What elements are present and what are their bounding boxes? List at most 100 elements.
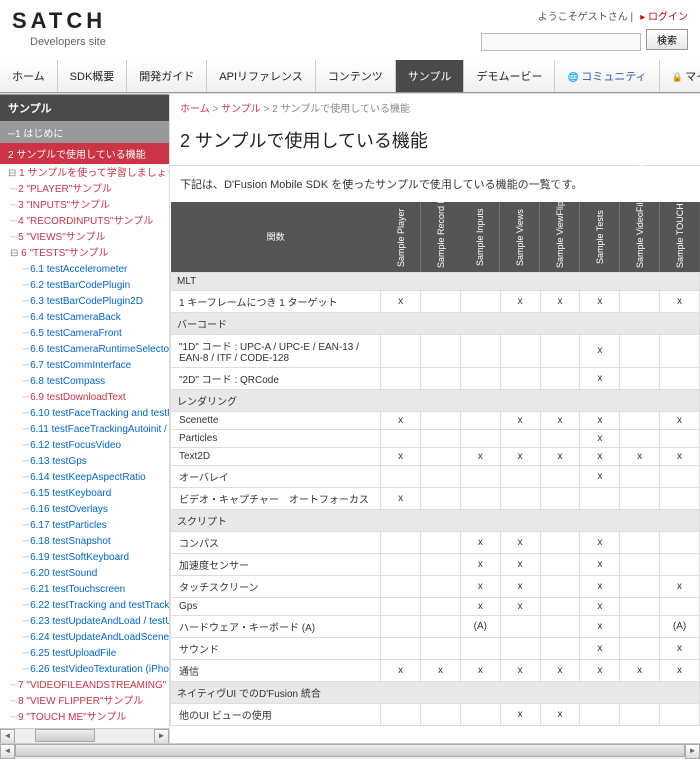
col-header: Sample TOUCH ME bbox=[660, 202, 700, 272]
tree-item[interactable]: 6.22 testTracking and testTrackin bbox=[0, 598, 169, 614]
tree-item[interactable]: 6.17 testParticles bbox=[0, 518, 169, 534]
cell bbox=[500, 334, 540, 367]
tree-item[interactable]: 6.4 testCameraBack bbox=[0, 310, 169, 326]
cell: x bbox=[580, 290, 620, 312]
cell: (A) bbox=[460, 615, 500, 637]
cell bbox=[540, 575, 580, 597]
tree-item[interactable]: 6.25 testUploadFile bbox=[0, 646, 169, 662]
tree-item[interactable]: 6.9 testDownloadText bbox=[0, 390, 169, 406]
tree-item[interactable]: 6.21 testTouchscreen bbox=[0, 582, 169, 598]
search-input[interactable] bbox=[481, 33, 641, 51]
nav-item[interactable]: 開発ガイド bbox=[127, 60, 207, 92]
cell bbox=[421, 447, 461, 465]
row-label: 加速度センサー bbox=[171, 553, 381, 575]
nav-item[interactable]: デモムービー bbox=[464, 60, 555, 92]
sidebar-scrollbar[interactable]: ◄ ► bbox=[0, 728, 169, 743]
sidebar-intro[interactable]: ─1 はじめに bbox=[0, 122, 169, 143]
cell bbox=[381, 637, 421, 659]
tree-item[interactable]: 6.7 testCommInterface bbox=[0, 358, 169, 374]
tree-item[interactable]: 6.3 testBarCodePlugin2D bbox=[0, 294, 169, 310]
tree-item[interactable]: 6.15 testKeyboard bbox=[0, 486, 169, 502]
row-label: コンパス bbox=[171, 531, 381, 553]
scroll-left-icon[interactable]: ◄ bbox=[0, 729, 15, 744]
cell: x bbox=[580, 659, 620, 681]
tree-item[interactable]: 6.26 testVideoTexturation (iPhone bbox=[0, 662, 169, 678]
page-title: 2 サンプルで使用している機能 bbox=[170, 121, 700, 166]
cell: x bbox=[381, 447, 421, 465]
tree-item[interactable]: 6.12 testFocusVideo bbox=[0, 438, 169, 454]
nav-item[interactable]: マイページ bbox=[660, 60, 700, 92]
cell bbox=[421, 531, 461, 553]
table-row: Text2Dxxxxxxx bbox=[171, 447, 700, 465]
col-header: Sample Tests bbox=[580, 202, 620, 272]
tree-item[interactable]: 6.6 testCameraRuntimeSelector bbox=[0, 342, 169, 358]
nav-item[interactable]: ホーム bbox=[0, 60, 58, 92]
tree-item[interactable]: 2 "PLAYER"サンプル bbox=[0, 182, 169, 198]
tree-item[interactable]: 6.20 testSound bbox=[0, 566, 169, 582]
tree-item[interactable]: 6.23 testUpdateAndLoad / testUp bbox=[0, 614, 169, 630]
tree-item[interactable]: 6.19 testSoftKeyboard bbox=[0, 550, 169, 566]
scroll-left-icon[interactable]: ◄ bbox=[0, 744, 15, 759]
tree-item[interactable]: 9 "TOUCH ME"サンプル bbox=[0, 710, 169, 726]
cell bbox=[540, 553, 580, 575]
nav-item[interactable]: コンテンツ bbox=[316, 60, 396, 92]
row-label: Gps bbox=[171, 597, 381, 615]
tree-item[interactable]: 6.13 testGps bbox=[0, 454, 169, 470]
row-label: 通信 bbox=[171, 659, 381, 681]
tree-item[interactable]: 1 サンプルを使って学習しましょう bbox=[0, 166, 169, 182]
cell bbox=[381, 575, 421, 597]
tree-item[interactable]: 8 "VIEW FLIPPER"サンプル bbox=[0, 694, 169, 710]
cell bbox=[660, 531, 700, 553]
tree-item[interactable]: 6.5 testCameraFront bbox=[0, 326, 169, 342]
cell bbox=[421, 411, 461, 429]
col-header: Sample Inputs bbox=[460, 202, 500, 272]
cell: x bbox=[381, 411, 421, 429]
scroll-right-icon[interactable]: ► bbox=[685, 744, 700, 759]
nav-item[interactable]: コミュニティ bbox=[555, 60, 659, 92]
table-row: "1D" コード : UPC-A / UPC-E / EAN-13 / EAN-… bbox=[171, 334, 700, 367]
login-link[interactable]: ▸ ログイン bbox=[640, 12, 688, 23]
cell bbox=[620, 531, 660, 553]
tree-item[interactable]: 5 "VIEWS"サンプル bbox=[0, 230, 169, 246]
cell: x bbox=[660, 575, 700, 597]
cell bbox=[660, 597, 700, 615]
search-button[interactable]: 検索 bbox=[646, 29, 688, 50]
scroll-thumb[interactable] bbox=[15, 744, 685, 757]
scroll-right-icon[interactable]: ► bbox=[154, 729, 169, 744]
cell: x bbox=[540, 290, 580, 312]
category-row: レンダリング bbox=[171, 389, 700, 411]
scroll-thumb[interactable] bbox=[35, 729, 95, 742]
breadcrumb-home[interactable]: ホーム bbox=[180, 104, 210, 115]
cell bbox=[540, 531, 580, 553]
cell bbox=[460, 290, 500, 312]
tree-item[interactable]: 6 "TESTS"サンプル bbox=[0, 246, 169, 262]
tree-item[interactable]: 6.1 testAccelerometer bbox=[0, 262, 169, 278]
col-header: Sample ViewFlipper(A) bbox=[540, 202, 580, 272]
breadcrumb-cat[interactable]: サンプル bbox=[221, 104, 261, 115]
table-row: ビデオ・キャプチャー オートフォーカスx bbox=[171, 487, 700, 509]
cell: x bbox=[580, 447, 620, 465]
cell: x bbox=[540, 447, 580, 465]
tree-item[interactable]: 3 "INPUTS"サンプル bbox=[0, 198, 169, 214]
tree-item[interactable]: 6.14 testKeepAspectRatio bbox=[0, 470, 169, 486]
nav-item[interactable]: サンプル bbox=[396, 60, 465, 92]
tree-item[interactable]: 6.18 testSnapshot bbox=[0, 534, 169, 550]
page-scrollbar[interactable]: ◄ ► bbox=[0, 743, 700, 758]
nav-item[interactable]: SDK概要 bbox=[58, 60, 128, 92]
cell: x bbox=[580, 367, 620, 389]
nav-item[interactable]: APIリファレンス bbox=[207, 60, 316, 92]
cell: x bbox=[580, 553, 620, 575]
tree-item[interactable]: 6.16 testOverlays bbox=[0, 502, 169, 518]
cell bbox=[620, 487, 660, 509]
cell bbox=[620, 465, 660, 487]
sidebar-active[interactable]: 2 サンプルで使用している機能 bbox=[0, 143, 169, 164]
cell bbox=[421, 703, 461, 725]
tree-item[interactable]: 6.24 testUpdateAndLoadScene bbox=[0, 630, 169, 646]
tree-item[interactable]: 6.2 testBarCodePlugin bbox=[0, 278, 169, 294]
tree-item[interactable]: 6.11 testFaceTrackingAutoinit / te bbox=[0, 422, 169, 438]
tree-item[interactable]: 4 "RECORDINPUTS"サンプル bbox=[0, 214, 169, 230]
cell bbox=[620, 429, 660, 447]
tree-item[interactable]: 7 "VIDEOFILEANDSTREAMING" サン bbox=[0, 678, 169, 694]
tree-item[interactable]: 6.8 testCompass bbox=[0, 374, 169, 390]
tree-item[interactable]: 6.10 testFaceTracking and testFac bbox=[0, 406, 169, 422]
